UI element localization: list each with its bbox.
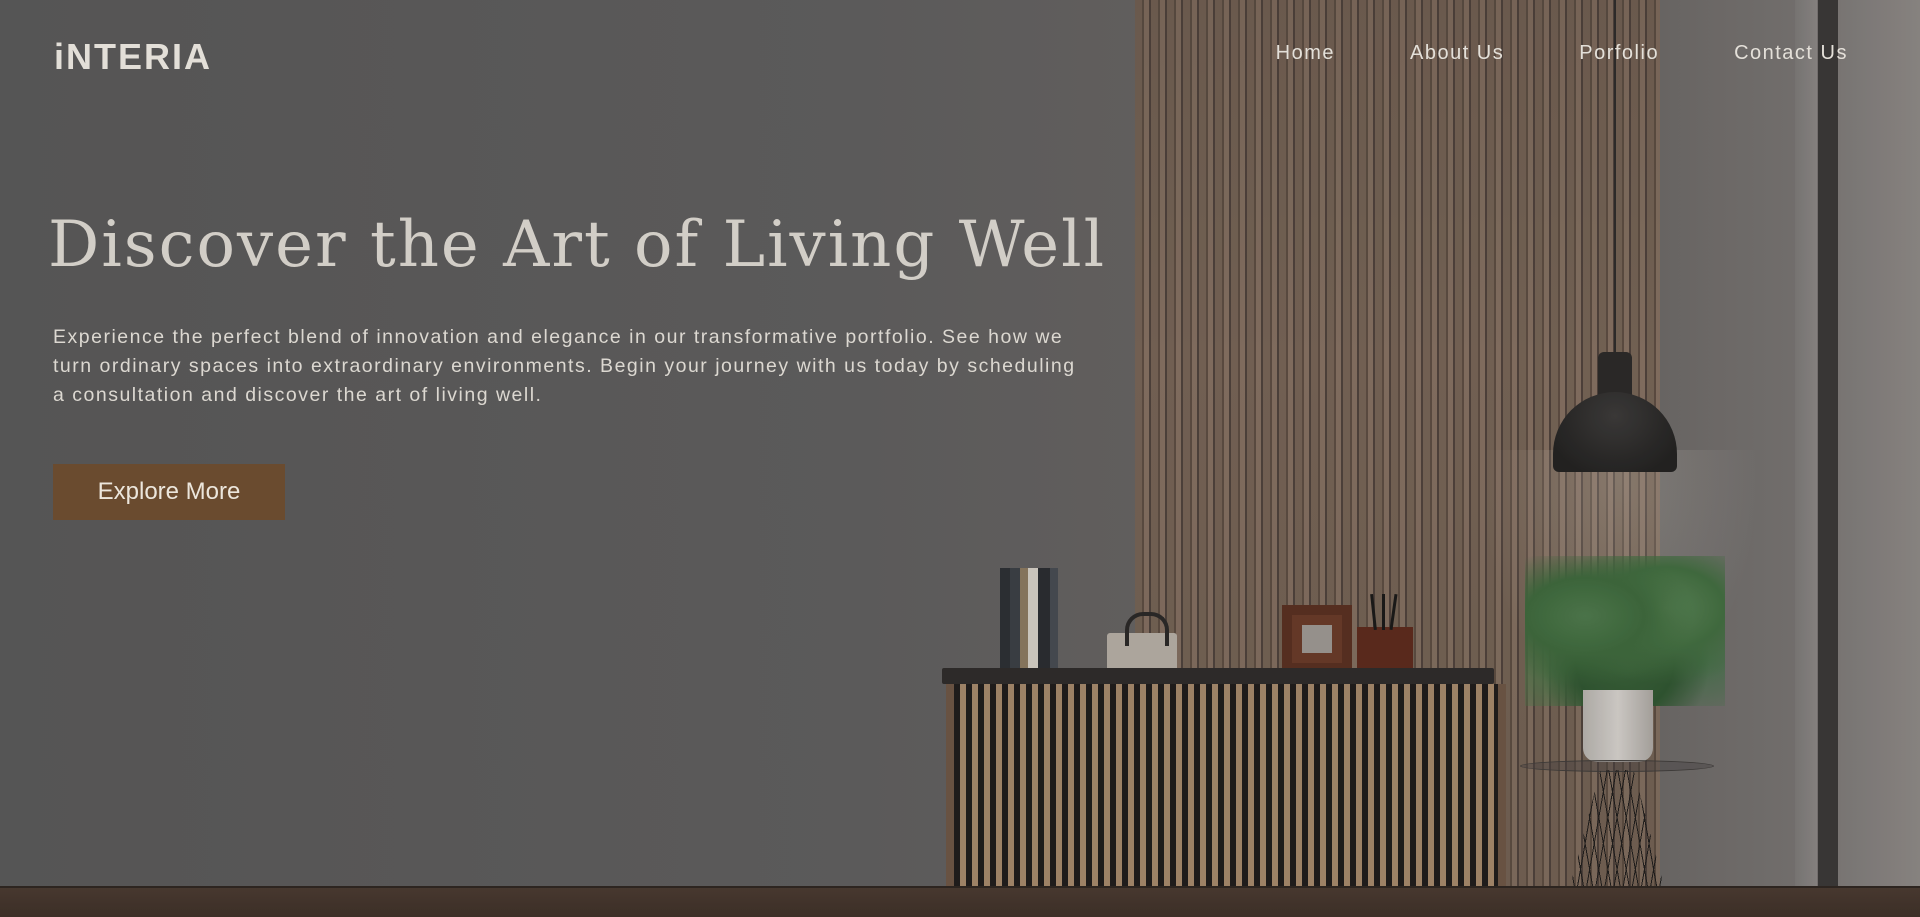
- main-nav: Home About Us Porfolio Contact Us: [1201, 42, 1848, 65]
- nav-item-about-us[interactable]: About Us: [1410, 42, 1504, 65]
- brand-logo[interactable]: iNTERIA: [54, 36, 212, 78]
- nav-item-contact-us[interactable]: Contact Us: [1734, 42, 1848, 65]
- hero-description: Experience the perfect blend of innovati…: [53, 326, 1076, 406]
- hero-title: Discover the Art of Living Well: [48, 208, 1107, 282]
- explore-more-button[interactable]: Explore More: [53, 464, 285, 520]
- site-header: iNTERIA Home About Us Porfolio Contact U…: [0, 0, 1920, 110]
- hero-overlay: [0, 0, 1920, 917]
- nav-item-portfolio[interactable]: Porfolio: [1579, 42, 1659, 65]
- hero-section: iNTERIA Home About Us Porfolio Contact U…: [0, 0, 1920, 917]
- nav-item-home[interactable]: Home: [1276, 42, 1335, 65]
